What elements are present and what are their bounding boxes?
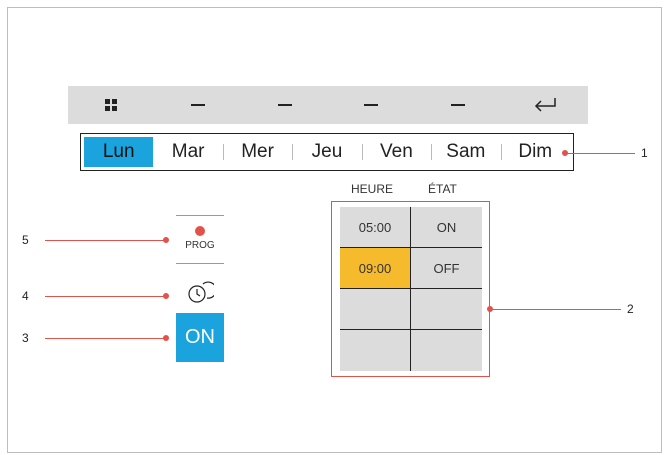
schedule-time-cell[interactable]: 09:00 [340, 248, 411, 289]
toolbar-slot-1[interactable] [155, 86, 242, 124]
callout-dot-4 [163, 293, 169, 299]
callout-dot-2 [487, 306, 493, 312]
day-tab-sam[interactable]: Sam [431, 137, 500, 167]
callout-dot-5 [163, 237, 169, 243]
grid-icon [105, 99, 118, 111]
timer-clock-icon [188, 281, 217, 303]
divider [176, 215, 224, 216]
prog-button[interactable]: PROG [176, 220, 224, 260]
back-button[interactable] [501, 86, 588, 124]
schedule-state-cell[interactable] [411, 330, 482, 371]
callout-number-3: 3 [22, 331, 29, 345]
callout-number-2: 2 [627, 302, 634, 316]
day-tab-jeu[interactable]: Jeu [292, 137, 361, 167]
schedule-time-cell[interactable] [340, 330, 411, 371]
callout-number-4: 4 [22, 289, 29, 303]
dash-icon [364, 104, 379, 106]
dash-icon [191, 104, 205, 106]
record-dot-icon [195, 226, 205, 236]
column-header-time: HEURE [351, 182, 394, 196]
menu-grid-button[interactable] [68, 86, 155, 124]
on-button[interactable]: ON [176, 313, 224, 362]
schedule-state-cell[interactable] [411, 289, 482, 330]
day-tab-ven[interactable]: Ven [361, 137, 431, 167]
day-tab-lun[interactable]: Lun [84, 137, 154, 167]
callout-number-5: 5 [22, 233, 29, 247]
return-arrow-icon [534, 98, 556, 112]
callout-line-1 [565, 153, 635, 154]
schedule-state-cell[interactable]: OFF [411, 248, 482, 289]
dash-icon [451, 104, 466, 106]
schedule-time-cell[interactable] [340, 289, 411, 330]
toolbar-slot-4[interactable] [415, 86, 502, 124]
callout-line-5 [45, 240, 166, 241]
callout-line-3 [45, 338, 166, 339]
dash-icon [277, 104, 292, 106]
prog-label: PROG [185, 240, 215, 251]
toolbar-slot-3[interactable] [328, 86, 415, 124]
divider [176, 263, 224, 264]
callout-line-2 [490, 309, 621, 310]
day-tab-mer[interactable]: Mer [222, 137, 292, 167]
callout-line-4 [45, 296, 166, 297]
schedule-state-cell[interactable]: ON [411, 207, 482, 248]
schedule-time-cell[interactable]: 05:00 [340, 207, 411, 248]
day-tab-dim[interactable]: Dim [500, 137, 570, 167]
column-header-state: ÉTAT [428, 182, 457, 196]
schedule-table: 05:00 ON 09:00 OFF [340, 207, 482, 371]
timer-button[interactable] [186, 280, 217, 306]
callout-number-1: 1 [641, 146, 648, 160]
toolbar [68, 86, 588, 124]
toolbar-slot-2[interactable] [241, 86, 328, 124]
callout-dot-3 [163, 335, 169, 341]
callout-dot-1 [562, 150, 568, 156]
day-tab-mar[interactable]: Mar [153, 137, 222, 167]
day-selector: Lun Mar Mer Jeu Ven Sam Dim [80, 133, 574, 171]
